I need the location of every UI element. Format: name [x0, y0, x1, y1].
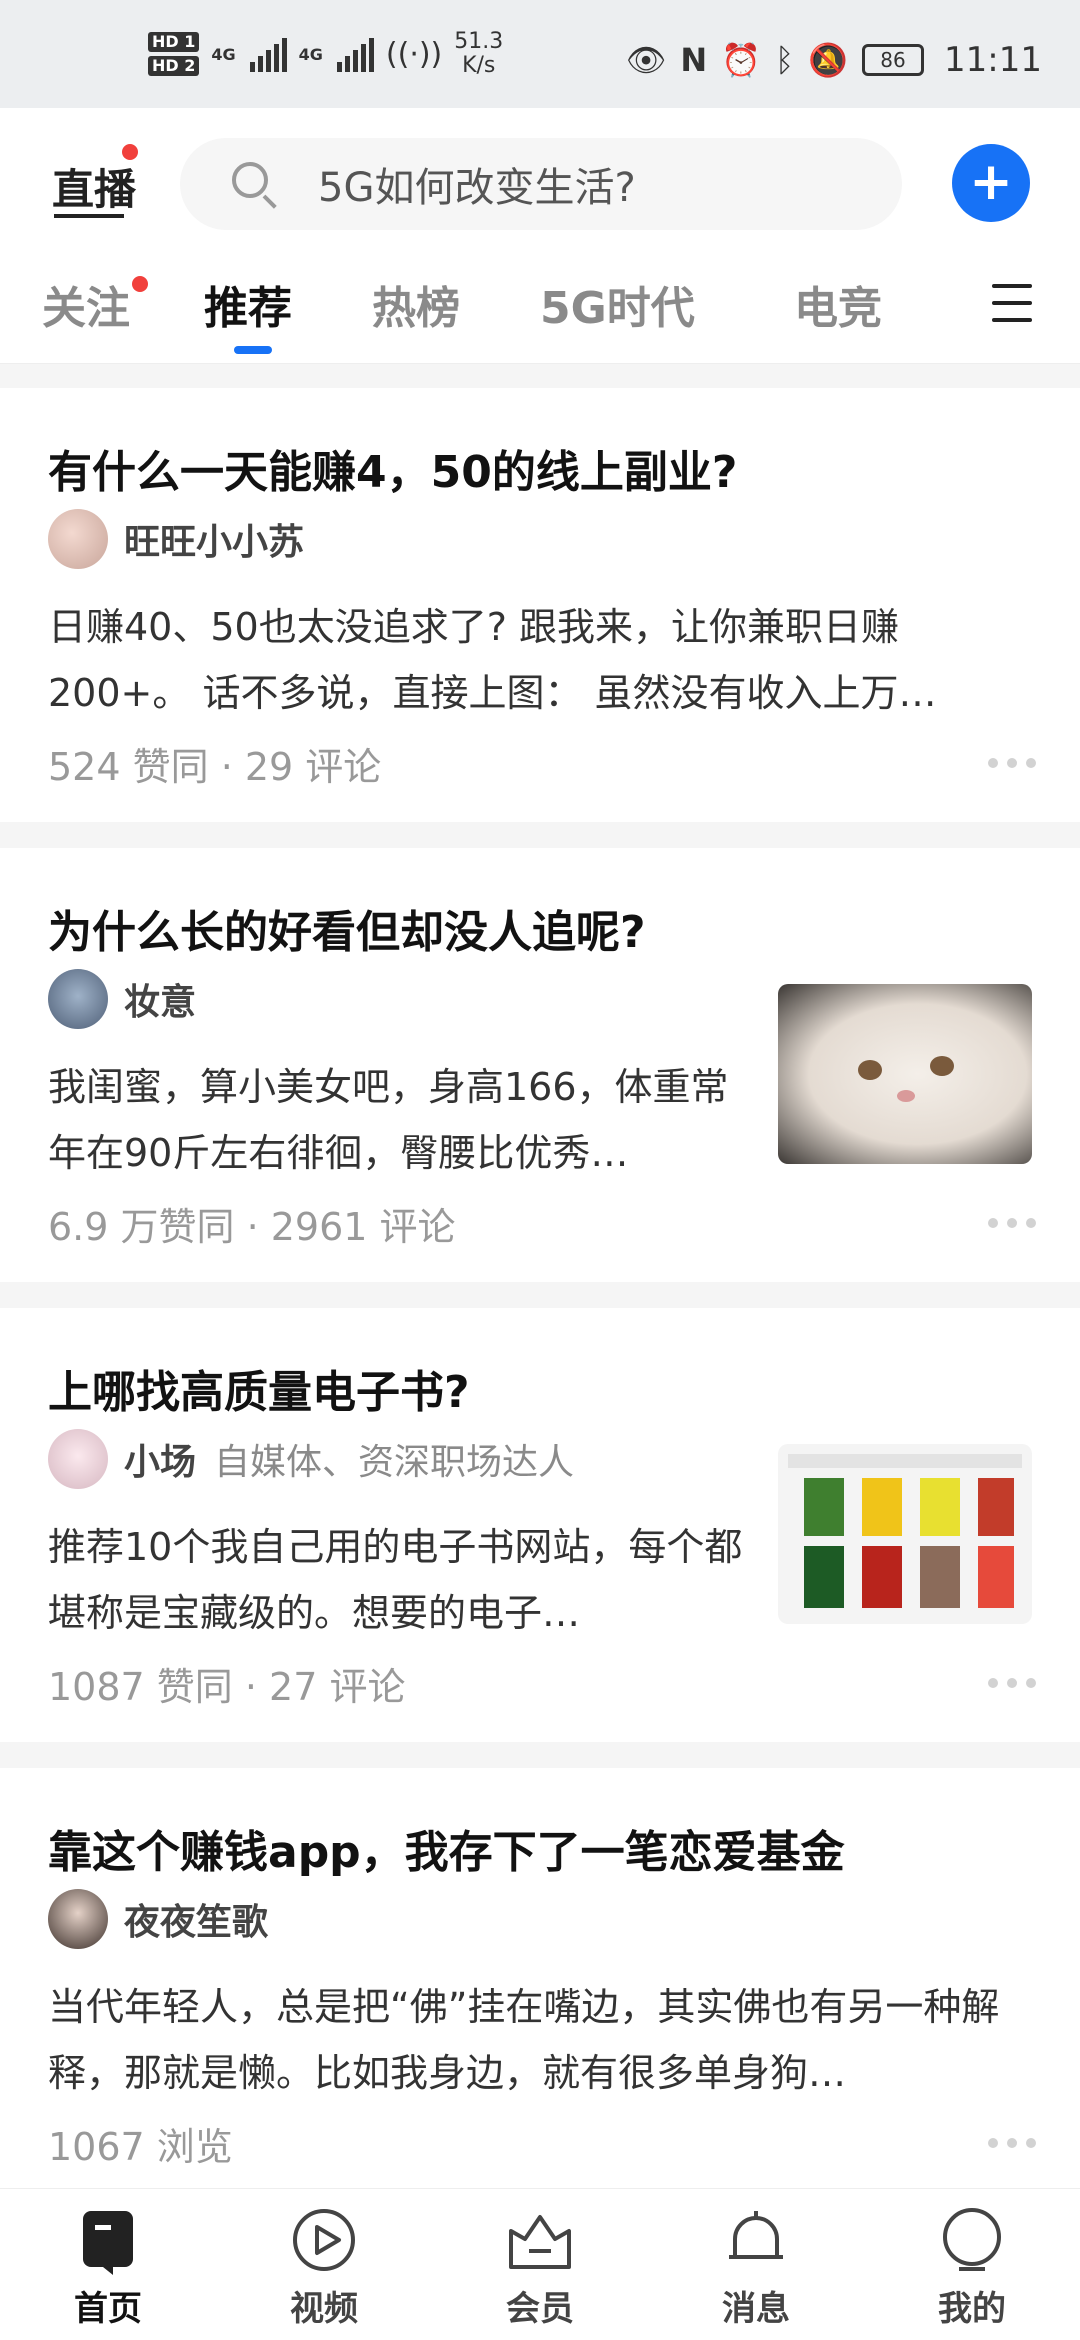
signal-1-icon — [249, 36, 287, 72]
ebook-grid-icon — [788, 1454, 1022, 1608]
network-type-2: 4G — [298, 44, 323, 64]
tab-bar: 关注 推荐 热榜 5G时代 电竞 — [0, 272, 1080, 352]
more-options-icon[interactable] — [988, 1678, 1036, 1690]
card-excerpt[interactable]: 当代年轻人，总是把“佛”挂在嘴边，其实佛也有另一种解释，那就是懒。比如我身边，就… — [48, 1974, 1032, 2106]
cat-photo-icon — [858, 1056, 954, 1102]
card-title[interactable]: 为什么长的好看但却没人追呢? — [48, 896, 646, 960]
bell-icon — [721, 2205, 791, 2275]
card-excerpt[interactable]: 推荐10个我自己用的电子书网站，每个都堪称是宝藏级的。想要的电子… — [48, 1514, 760, 1646]
card-excerpt[interactable]: 日赚40、50也太没追求了? 跟我来，让你兼职日赚200+。 话不多说，直接上图… — [48, 594, 1032, 726]
vip-crown-icon — [505, 2205, 575, 2275]
tab-active-indicator — [234, 346, 272, 354]
net-speed: 51.3 K/s — [454, 30, 503, 78]
hd-indicators: HD 1 HD 2 — [148, 32, 200, 76]
author-row[interactable]: 旺旺小小苏 — [48, 508, 304, 570]
plus-icon: + — [969, 152, 1013, 212]
author-name: 小场 — [124, 1442, 197, 1483]
feed-card[interactable]: 为什么长的好看但却没人追呢? 妆意 我闺蜜，算小美女吧，身高166，体重常年在9… — [0, 848, 1080, 1282]
tab-recommend[interactable]: 推荐 — [204, 272, 292, 336]
card-meta: 6.9 万赞同 · 2961 评论 — [48, 1205, 456, 1249]
clock: 11:11 — [944, 40, 1042, 80]
status-left: HD 1 HD 2 4G 4G ((·)) 51.3 K/s — [148, 30, 503, 78]
feed-card[interactable]: 上哪找高质量电子书? 小场 自媒体、资深职场达人 推荐10个我自己用的电子书网站… — [0, 1308, 1080, 1742]
search-bar[interactable]: 5G如何改变生活? — [180, 138, 902, 230]
card-meta: 1087 赞同 · 27 评论 — [48, 1665, 406, 1709]
bluetooth-icon: ᛒ — [774, 41, 795, 79]
live-button[interactable]: 直播 — [52, 156, 136, 217]
author-name: 旺旺小小苏 — [124, 522, 305, 563]
card-meta: 1067 浏览 — [48, 2125, 233, 2169]
mute-icon: 🔕 — [808, 41, 849, 79]
card-title[interactable]: 有什么一天能赚4，50的线上副业? — [48, 436, 737, 500]
eye-icon: 👁 — [625, 41, 667, 79]
nav-messages-label: 消息 — [722, 2289, 790, 2329]
nav-home-label: 首页 — [74, 2289, 142, 2329]
card-thumbnail[interactable] — [778, 1444, 1032, 1624]
card-meta: 524 赞同 · 29 评论 — [48, 745, 382, 789]
author-name: 夜夜笙歌 — [124, 1902, 269, 1943]
avatar — [48, 969, 108, 1029]
avatar — [48, 1429, 108, 1489]
top-header: 直播 5G如何改变生活? + 关注 推荐 热榜 5G时代 电竞 — [0, 108, 1080, 364]
search-placeholder: 5G如何改变生活? — [318, 165, 636, 211]
more-options-icon[interactable] — [988, 758, 1036, 770]
card-thumbnail[interactable] — [778, 984, 1032, 1164]
nav-profile[interactable]: 我的 — [912, 2205, 1032, 2330]
live-underline — [54, 214, 124, 218]
status-bar: HD 1 HD 2 4G 4G ((·)) 51.3 K/s 👁 N ⏰ ᛒ 🔕… — [0, 0, 1080, 108]
home-icon — [73, 2205, 143, 2275]
menu-icon[interactable] — [992, 284, 1032, 322]
tab-5g[interactable]: 5G时代 — [540, 272, 695, 336]
author-row[interactable]: 小场 自媒体、资深职场达人 — [48, 1428, 574, 1490]
author-name: 妆意 — [124, 982, 197, 1023]
tab-esports[interactable]: 电竞 — [794, 272, 882, 336]
signal-2-icon — [336, 36, 374, 72]
hotspot-icon: ((·)) — [385, 36, 443, 72]
net-speed-value: 51.3 — [454, 29, 504, 54]
tab-follow[interactable]: 关注 — [42, 272, 130, 336]
more-options-icon[interactable] — [988, 2138, 1036, 2150]
hd2-badge: HD 2 — [148, 56, 200, 76]
feed-card[interactable]: 靠这个赚钱app，我存下了一笔恋爱基金 夜夜笙歌 当代年轻人，总是把“佛”挂在嘴… — [0, 1768, 1080, 2188]
card-excerpt[interactable]: 我闺蜜，算小美女吧，身高166，体重常年在90斤左右徘徊，臀腰比优秀… — [48, 1054, 760, 1186]
battery-icon: 86 — [862, 44, 925, 76]
network-type-1: 4G — [211, 44, 236, 64]
status-right: 👁 N ⏰ ᛒ 🔕 86 11:11 — [626, 40, 1042, 80]
nav-messages[interactable]: 消息 — [696, 2205, 816, 2330]
nav-vip-label: 会员 — [506, 2289, 574, 2329]
tab-follow-badge-dot — [132, 276, 148, 292]
hd1-badge: HD 1 — [148, 32, 200, 52]
nav-video-label: 视频 — [290, 2289, 358, 2329]
nav-home[interactable]: 首页 — [48, 2205, 168, 2330]
author-tag: 自媒体、资深职场达人 — [214, 1442, 575, 1483]
avatar — [48, 1889, 108, 1949]
avatar — [48, 509, 108, 569]
nav-vip[interactable]: 会员 — [480, 2205, 600, 2330]
nav-profile-label: 我的 — [938, 2289, 1006, 2329]
card-title[interactable]: 靠这个赚钱app，我存下了一笔恋爱基金 — [48, 1816, 845, 1880]
feed-card[interactable]: 有什么一天能赚4，50的线上副业? 旺旺小小苏 日赚40、50也太没追求了? 跟… — [0, 388, 1080, 822]
author-row[interactable]: 妆意 — [48, 968, 196, 1030]
bottom-nav: 首页 视频 会员 消息 我的 — [0, 2188, 1080, 2340]
more-options-icon[interactable] — [988, 1218, 1036, 1230]
live-badge-dot — [122, 144, 138, 160]
search-icon — [230, 160, 278, 209]
author-row[interactable]: 夜夜笙歌 — [48, 1888, 268, 1950]
nav-video[interactable]: 视频 — [264, 2205, 384, 2330]
add-button[interactable]: + — [952, 144, 1030, 222]
video-icon — [289, 2205, 359, 2275]
net-speed-unit: K/s — [462, 53, 496, 78]
tab-hot[interactable]: 热榜 — [372, 272, 460, 336]
card-title[interactable]: 上哪找高质量电子书? — [48, 1356, 470, 1420]
alarm-icon: ⏰ — [721, 41, 761, 79]
nfc-icon: N — [680, 41, 708, 79]
profile-icon — [937, 2205, 1007, 2275]
